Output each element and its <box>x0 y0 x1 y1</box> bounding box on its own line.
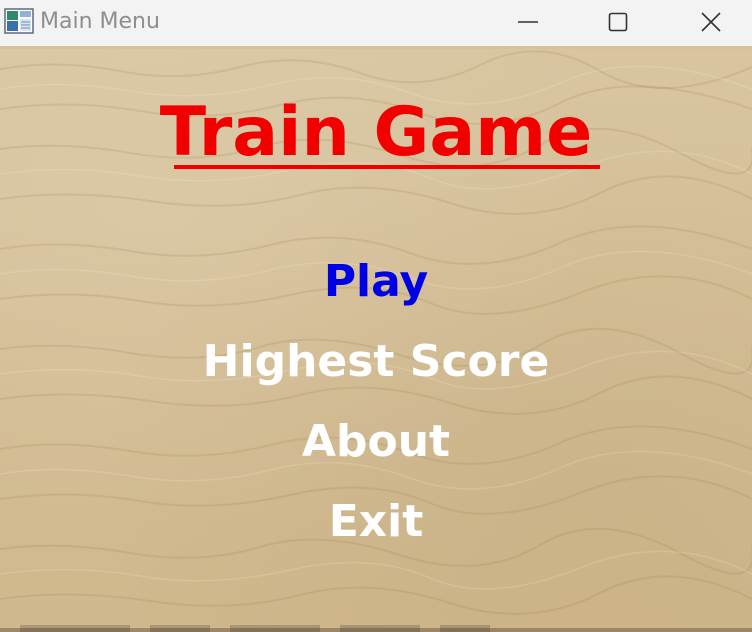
exit-button[interactable]: Exit <box>0 496 752 548</box>
close-icon <box>701 12 721 32</box>
app-icon <box>4 8 34 34</box>
title-underline <box>174 165 600 169</box>
title-bar[interactable]: Main Menu <box>0 0 752 46</box>
window-title: Main Menu <box>40 9 160 34</box>
play-button[interactable]: Play <box>0 256 752 308</box>
main-menu-window: Main Menu Train Game Play Highest Score … <box>0 0 752 632</box>
highest-score-button[interactable]: Highest Score <box>0 336 752 388</box>
maximize-icon <box>608 12 628 32</box>
game-title: Train Game <box>159 93 593 172</box>
game-canvas: Train Game Play Highest Score About Exit <box>0 49 752 632</box>
minimize-button[interactable] <box>505 0 551 44</box>
minimize-icon <box>518 21 538 23</box>
close-button[interactable] <box>688 0 734 44</box>
about-button[interactable]: About <box>0 416 752 468</box>
bottom-edge-artifact <box>0 625 752 632</box>
maximize-button[interactable] <box>595 0 641 44</box>
